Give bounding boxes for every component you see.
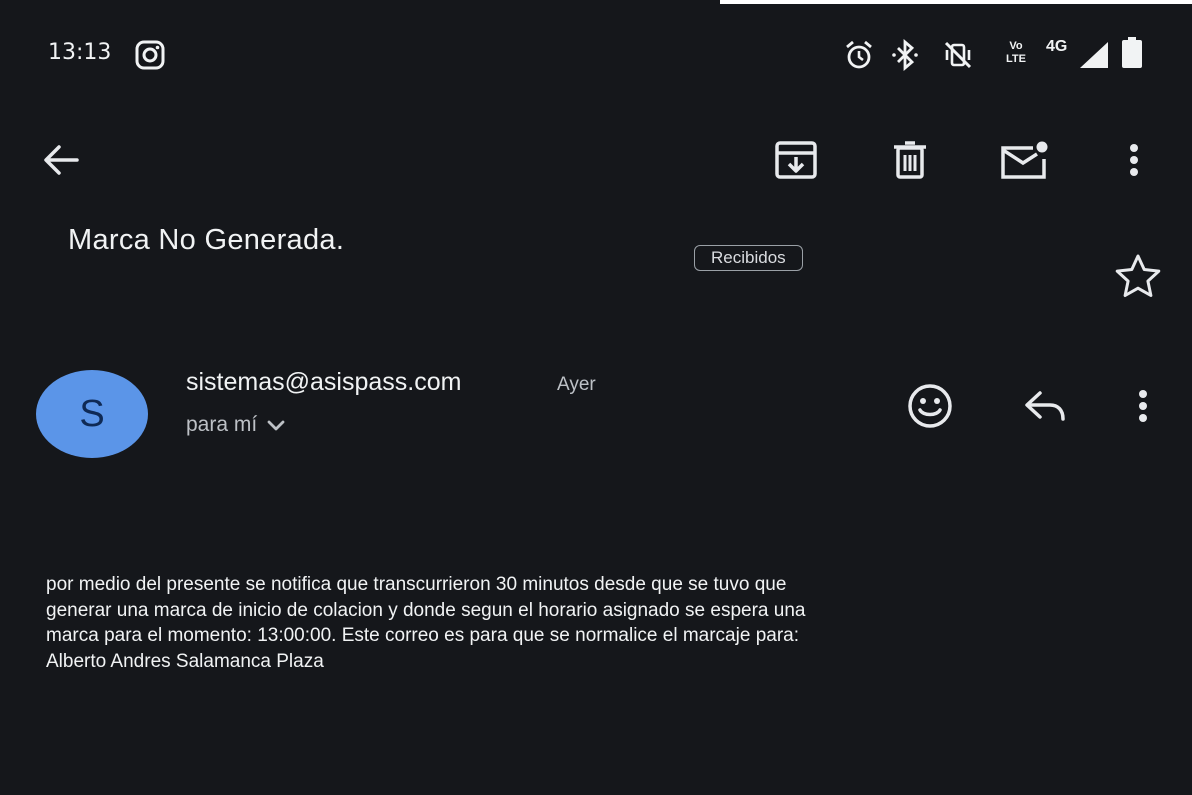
message-more-options-button[interactable] [1115, 378, 1171, 434]
more-vert-icon [1139, 390, 1147, 422]
body-line: marca para el momento: 13:00:00. Este co… [46, 625, 799, 646]
delete-button[interactable] [882, 132, 938, 188]
star-button[interactable] [1110, 248, 1166, 304]
more-options-button[interactable] [1106, 132, 1162, 188]
archive-icon [775, 141, 817, 179]
network-type: 4G [1046, 38, 1068, 55]
more-vert-icon [1130, 144, 1138, 176]
mark-unread-icon [1001, 141, 1048, 179]
back-arrow-icon [44, 145, 79, 175]
chevron-down-icon [267, 420, 285, 431]
top-edge-strip [720, 0, 1192, 4]
star-icon [1115, 254, 1161, 297]
vibrate-icon [944, 41, 972, 69]
body-line: por medio del presente se notifica que t… [46, 574, 787, 595]
body-line: generar una marca de inicio de colacion … [46, 599, 806, 621]
sender-avatar[interactable]: S [36, 370, 148, 458]
add-reaction-button[interactable] [902, 378, 958, 434]
status-time: 13:13 [48, 40, 112, 65]
email-subject: Marca No Generada. [68, 224, 345, 256]
instagram-icon [135, 40, 165, 70]
body-line: Alberto Andres Salamanca Plaza [46, 650, 324, 672]
inbox-label-chip[interactable]: Recibidos [694, 245, 803, 271]
recipient-label: para mí [186, 413, 258, 436]
archive-button[interactable] [768, 132, 824, 188]
reply-icon [1025, 391, 1065, 421]
back-button[interactable] [33, 132, 89, 188]
sender-email[interactable]: sistemas@asispass.com [186, 368, 461, 397]
battery-icon [1122, 37, 1142, 68]
volte-label: Vo LTE [1006, 40, 1026, 65]
recipient-details-toggle[interactable]: para mí [186, 413, 287, 437]
emoji-icon [908, 384, 952, 428]
status-bar: 13:13 Vo LTE 4G [0, 30, 1192, 76]
alarm-icon [846, 40, 872, 69]
mark-unread-button[interactable] [996, 132, 1052, 188]
bluetooth-icon [892, 39, 918, 71]
email-date: Ayer [557, 374, 596, 395]
delete-icon [894, 141, 926, 179]
signal-icon [1080, 42, 1108, 68]
avatar-initial: S [79, 392, 105, 435]
reply-button[interactable] [1017, 378, 1073, 434]
email-body: por medio del presente se notifica que t… [46, 572, 1086, 674]
